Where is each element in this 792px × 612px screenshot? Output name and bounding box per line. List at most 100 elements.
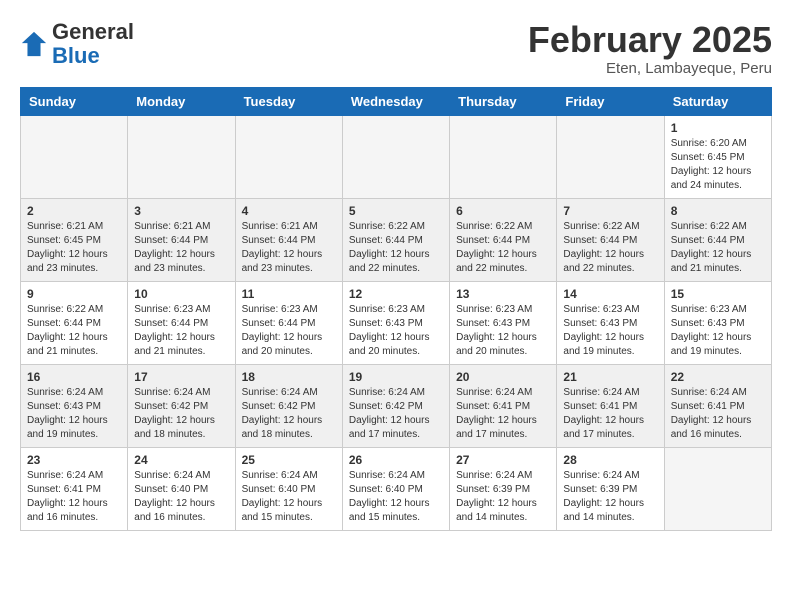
day-info: Sunrise: 6:20 AM Sunset: 6:45 PM Dayligh… <box>671 137 765 193</box>
day-info: Sunrise: 6:23 AM Sunset: 6:44 PM Dayligh… <box>242 303 336 359</box>
day-info: Sunrise: 6:23 AM Sunset: 6:44 PM Dayligh… <box>134 303 228 359</box>
day-number: 5 <box>349 204 443 218</box>
page-header: General Blue February 2025 Eten, Lambaye… <box>20 20 772 77</box>
calendar-day-cell: 20 Sunrise: 6:24 AM Sunset: 6:41 PM Dayli… <box>450 364 557 447</box>
calendar-day-cell <box>450 115 557 198</box>
calendar-day-cell: 9 Sunrise: 6:22 AM Sunset: 6:44 PM Daylig… <box>21 281 128 364</box>
calendar-week-row: 16 Sunrise: 6:24 AM Sunset: 6:43 PM Dayli… <box>21 364 772 447</box>
calendar-table: SundayMondayTuesdayWednesdayThursdayFrid… <box>20 87 772 531</box>
day-info: Sunrise: 6:24 AM Sunset: 6:40 PM Dayligh… <box>349 469 443 525</box>
calendar-day-cell: 11 Sunrise: 6:23 AM Sunset: 6:44 PM Dayli… <box>235 281 342 364</box>
day-info: Sunrise: 6:24 AM Sunset: 6:42 PM Dayligh… <box>242 386 336 442</box>
day-number: 15 <box>671 287 765 301</box>
calendar-day-cell: 2 Sunrise: 6:21 AM Sunset: 6:45 PM Daylig… <box>21 198 128 281</box>
calendar-day-cell: 28 Sunrise: 6:24 AM Sunset: 6:39 PM Dayli… <box>557 447 664 530</box>
calendar-day-cell: 15 Sunrise: 6:23 AM Sunset: 6:43 PM Dayli… <box>664 281 771 364</box>
calendar-day-cell: 22 Sunrise: 6:24 AM Sunset: 6:41 PM Dayli… <box>664 364 771 447</box>
calendar-day-cell <box>342 115 449 198</box>
day-number: 24 <box>134 453 228 467</box>
weekday-header-saturday: Saturday <box>664 87 771 115</box>
logo: General Blue <box>20 20 134 68</box>
calendar-day-cell: 6 Sunrise: 6:22 AM Sunset: 6:44 PM Daylig… <box>450 198 557 281</box>
calendar-day-cell: 19 Sunrise: 6:24 AM Sunset: 6:42 PM Dayli… <box>342 364 449 447</box>
day-info: Sunrise: 6:24 AM Sunset: 6:40 PM Dayligh… <box>134 469 228 525</box>
calendar-day-cell <box>21 115 128 198</box>
day-info: Sunrise: 6:22 AM Sunset: 6:44 PM Dayligh… <box>456 220 550 276</box>
day-info: Sunrise: 6:24 AM Sunset: 6:40 PM Dayligh… <box>242 469 336 525</box>
day-number: 2 <box>27 204 121 218</box>
calendar-day-cell: 25 Sunrise: 6:24 AM Sunset: 6:40 PM Dayli… <box>235 447 342 530</box>
calendar-week-row: 23 Sunrise: 6:24 AM Sunset: 6:41 PM Dayli… <box>21 447 772 530</box>
day-number: 12 <box>349 287 443 301</box>
calendar-week-row: 9 Sunrise: 6:22 AM Sunset: 6:44 PM Daylig… <box>21 281 772 364</box>
day-info: Sunrise: 6:23 AM Sunset: 6:43 PM Dayligh… <box>456 303 550 359</box>
day-info: Sunrise: 6:24 AM Sunset: 6:41 PM Dayligh… <box>563 386 657 442</box>
day-number: 11 <box>242 287 336 301</box>
day-number: 7 <box>563 204 657 218</box>
calendar-day-cell <box>235 115 342 198</box>
day-info: Sunrise: 6:23 AM Sunset: 6:43 PM Dayligh… <box>349 303 443 359</box>
weekday-header-wednesday: Wednesday <box>342 87 449 115</box>
day-info: Sunrise: 6:24 AM Sunset: 6:41 PM Dayligh… <box>671 386 765 442</box>
day-info: Sunrise: 6:24 AM Sunset: 6:42 PM Dayligh… <box>134 386 228 442</box>
calendar-day-cell: 8 Sunrise: 6:22 AM Sunset: 6:44 PM Daylig… <box>664 198 771 281</box>
logo-general-text: General <box>52 19 134 44</box>
day-info: Sunrise: 6:22 AM Sunset: 6:44 PM Dayligh… <box>27 303 121 359</box>
calendar-week-row: 1 Sunrise: 6:20 AM Sunset: 6:45 PM Daylig… <box>21 115 772 198</box>
weekday-header-sunday: Sunday <box>21 87 128 115</box>
calendar-day-cell: 14 Sunrise: 6:23 AM Sunset: 6:43 PM Dayli… <box>557 281 664 364</box>
day-number: 26 <box>349 453 443 467</box>
calendar-day-cell: 24 Sunrise: 6:24 AM Sunset: 6:40 PM Dayli… <box>128 447 235 530</box>
calendar-day-cell: 3 Sunrise: 6:21 AM Sunset: 6:44 PM Daylig… <box>128 198 235 281</box>
calendar-day-cell: 27Sunrise: 6:24 AM Sunset: 6:39 PM Dayli… <box>450 447 557 530</box>
day-number: 1 <box>671 121 765 135</box>
weekday-header-friday: Friday <box>557 87 664 115</box>
day-info: Sunrise: 6:24 AM Sunset: 6:41 PM Dayligh… <box>456 386 550 442</box>
weekday-header-tuesday: Tuesday <box>235 87 342 115</box>
day-number: 16 <box>27 370 121 384</box>
calendar-day-cell: 4Sunrise: 6:21 AM Sunset: 6:44 PM Daylig… <box>235 198 342 281</box>
weekday-header-thursday: Thursday <box>450 87 557 115</box>
calendar-day-cell: 5 Sunrise: 6:22 AM Sunset: 6:44 PM Daylig… <box>342 198 449 281</box>
day-number: 21 <box>563 370 657 384</box>
day-number: 19 <box>349 370 443 384</box>
day-info: Sunrise: 6:24 AM Sunset: 6:39 PM Dayligh… <box>563 469 657 525</box>
calendar-day-cell: 23 Sunrise: 6:24 AM Sunset: 6:41 PM Dayli… <box>21 447 128 530</box>
logo-icon <box>20 30 48 58</box>
day-info: Sunrise: 6:24 AM Sunset: 6:43 PM Dayligh… <box>27 386 121 442</box>
day-info: Sunrise: 6:21 AM Sunset: 6:44 PM Dayligh… <box>134 220 228 276</box>
day-number: 9 <box>27 287 121 301</box>
day-info: Sunrise: 6:22 AM Sunset: 6:44 PM Dayligh… <box>349 220 443 276</box>
month-title: February 2025 <box>528 20 772 60</box>
day-info: Sunrise: 6:22 AM Sunset: 6:44 PM Dayligh… <box>563 220 657 276</box>
weekday-header-row: SundayMondayTuesdayWednesdayThursdayFrid… <box>21 87 772 115</box>
day-info: Sunrise: 6:21 AM Sunset: 6:45 PM Dayligh… <box>27 220 121 276</box>
calendar-day-cell: 17Sunrise: 6:24 AM Sunset: 6:42 PM Dayli… <box>128 364 235 447</box>
day-info: Sunrise: 6:23 AM Sunset: 6:43 PM Dayligh… <box>671 303 765 359</box>
calendar-day-cell <box>128 115 235 198</box>
day-number: 22 <box>671 370 765 384</box>
day-number: 28 <box>563 453 657 467</box>
calendar-day-cell: 7 Sunrise: 6:22 AM Sunset: 6:44 PM Daylig… <box>557 198 664 281</box>
day-number: 8 <box>671 204 765 218</box>
calendar-day-cell: 18Sunrise: 6:24 AM Sunset: 6:42 PM Dayli… <box>235 364 342 447</box>
day-number: 10 <box>134 287 228 301</box>
day-info: Sunrise: 6:22 AM Sunset: 6:44 PM Dayligh… <box>671 220 765 276</box>
day-info: Sunrise: 6:23 AM Sunset: 6:43 PM Dayligh… <box>563 303 657 359</box>
day-info: Sunrise: 6:24 AM Sunset: 6:41 PM Dayligh… <box>27 469 121 525</box>
day-info: Sunrise: 6:21 AM Sunset: 6:44 PM Dayligh… <box>242 220 336 276</box>
calendar-day-cell: 1 Sunrise: 6:20 AM Sunset: 6:45 PM Daylig… <box>664 115 771 198</box>
day-number: 25 <box>242 453 336 467</box>
day-info: Sunrise: 6:24 AM Sunset: 6:42 PM Dayligh… <box>349 386 443 442</box>
day-number: 6 <box>456 204 550 218</box>
day-number: 3 <box>134 204 228 218</box>
day-number: 27 <box>456 453 550 467</box>
weekday-header-monday: Monday <box>128 87 235 115</box>
day-number: 14 <box>563 287 657 301</box>
calendar-day-cell: 10 Sunrise: 6:23 AM Sunset: 6:44 PM Dayli… <box>128 281 235 364</box>
calendar-day-cell: 21 Sunrise: 6:24 AM Sunset: 6:41 PM Dayli… <box>557 364 664 447</box>
day-number: 23 <box>27 453 121 467</box>
day-number: 20 <box>456 370 550 384</box>
location-subtitle: Eten, Lambayeque, Peru <box>528 60 772 77</box>
calendar-day-cell: 13Sunrise: 6:23 AM Sunset: 6:43 PM Dayli… <box>450 281 557 364</box>
